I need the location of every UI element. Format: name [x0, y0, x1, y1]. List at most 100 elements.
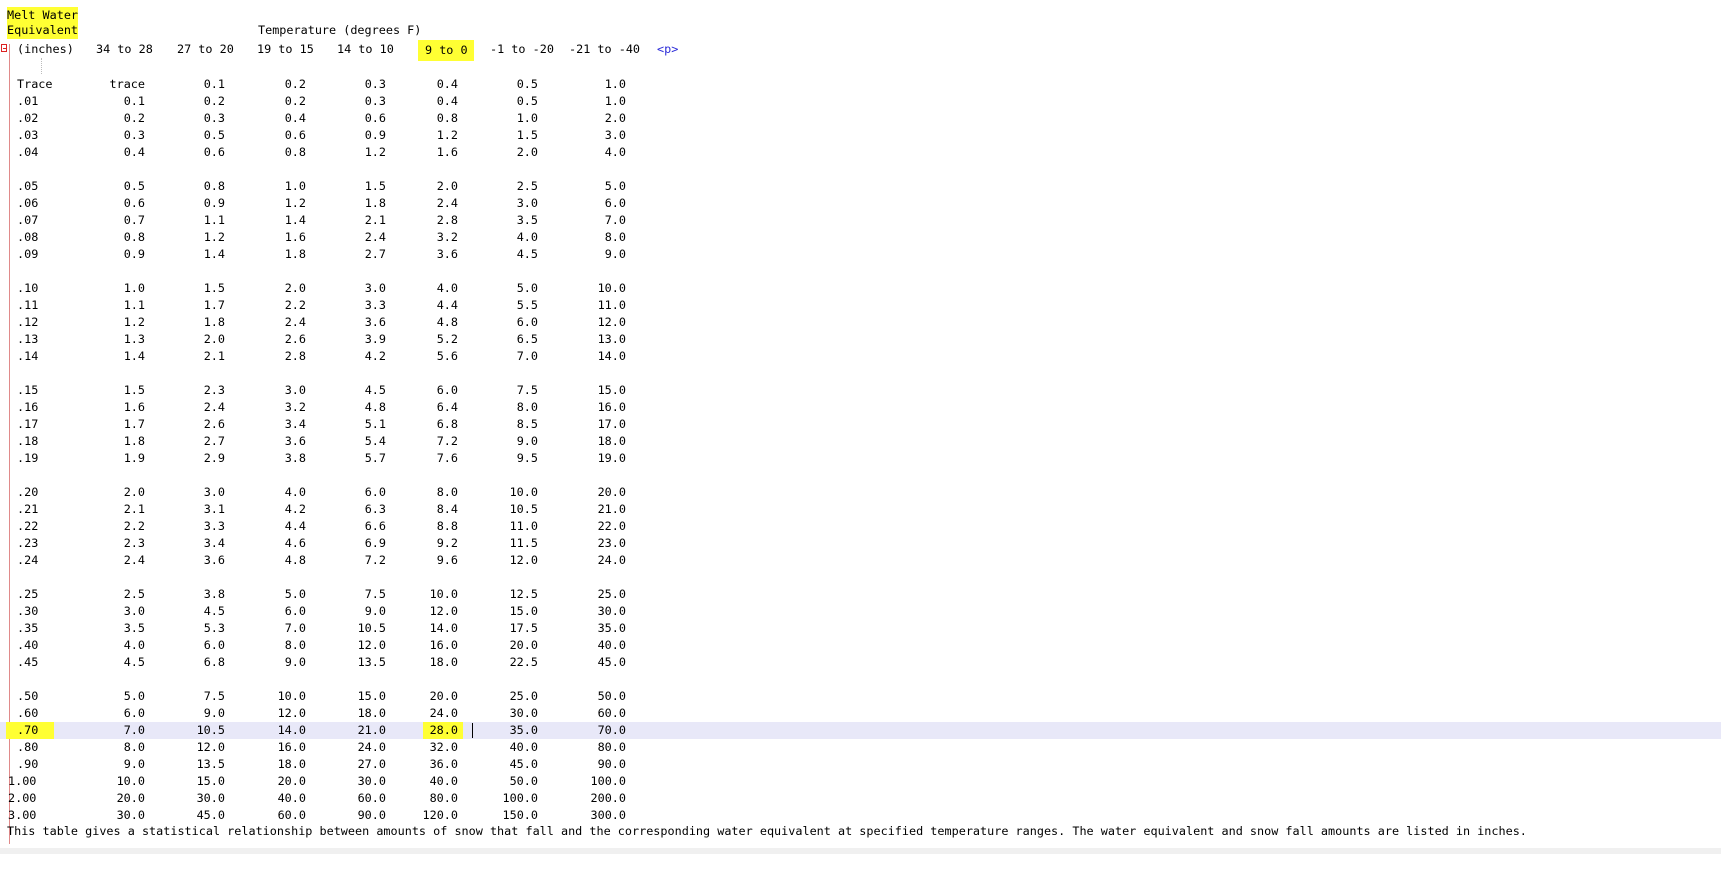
- table-row[interactable]: .21 2.1 3.1 4.2 6.3 8.4 10.5 21.0: [0, 501, 1721, 518]
- table-row[interactable]: .24 2.4 3.6 4.8 7.2 9.6 12.0 24.0: [0, 552, 1721, 569]
- table-row[interactable]: .17 1.7 2.6 3.4 5.1 6.8 8.5 17.0: [0, 416, 1721, 433]
- table-cell: 40.0: [597, 638, 626, 652]
- table-row[interactable]: .09 0.9 1.4 1.8 2.7 3.6 4.5 9.0: [0, 246, 1721, 263]
- table-cell: 100.0: [590, 774, 626, 788]
- table-cell: 7.5: [516, 383, 538, 397]
- table-cell: 14.0: [597, 349, 626, 363]
- text-editor[interactable]: Melt Water Equivalent Temperature (degre…: [0, 0, 1721, 854]
- table-cell: 20.0: [429, 689, 458, 703]
- table-cell: 0.3: [364, 94, 386, 108]
- table-cell: 4.8: [284, 553, 306, 567]
- table-cell: 7.2: [436, 434, 458, 448]
- table-cell: 12.0: [277, 706, 306, 720]
- table-cell: 1.9: [123, 451, 145, 465]
- editor-line-footer[interactable]: This table gives a statistical relations…: [0, 823, 1721, 840]
- table-cell: 6.0: [123, 706, 145, 720]
- table-cell: 1.0: [516, 111, 538, 125]
- table-cell: 8.0: [516, 400, 538, 414]
- table-cell: 3.9: [364, 332, 386, 346]
- row-label: .60: [17, 706, 39, 720]
- table-row[interactable]: .70 7.0 10.5 14.0 21.0 28.0 35.0 70.0: [0, 722, 1721, 739]
- row-label: .14: [17, 349, 39, 363]
- table-row[interactable]: .13 1.3 2.0 2.6 3.9 5.2 6.5 13.0: [0, 331, 1721, 348]
- table-cell: 9.2: [436, 536, 458, 550]
- table-cell: 10.0: [116, 774, 145, 788]
- table-row[interactable]: Trace trace 0.1 0.2 0.3 0.4 0.5 1.0: [0, 76, 1721, 93]
- table-row[interactable]: .11 1.1 1.7 2.2 3.3 4.4 5.5 11.0: [0, 297, 1721, 314]
- column-header-2: 27 to 20: [177, 42, 234, 56]
- table-row[interactable]: .01 0.1 0.2 0.2 0.3 0.4 0.5 1.0: [0, 93, 1721, 110]
- table-cell: 30.0: [509, 706, 538, 720]
- table-row[interactable]: .22 2.2 3.3 4.4 6.6 8.8 11.0 22.0: [0, 518, 1721, 535]
- table-cell: 2.9: [203, 451, 225, 465]
- table-row[interactable]: .40 4.0 6.0 8.0 12.0 16.0 20.0 40.0: [0, 637, 1721, 654]
- table-row[interactable]: .15 1.5 2.3 3.0 4.5 6.0 7.5 15.0: [0, 382, 1721, 399]
- table-cell: 0.9: [123, 247, 145, 261]
- table-cell: 45.0: [509, 757, 538, 771]
- table-cell: 13.5: [196, 757, 225, 771]
- table-cell: 2.4: [123, 553, 145, 567]
- table-row[interactable]: .12 1.2 1.8 2.4 3.6 4.8 6.0 12.0: [0, 314, 1721, 331]
- table-row[interactable]: .50 5.0 7.5 10.0 15.0 20.0 25.0 50.0: [0, 688, 1721, 705]
- table-row[interactable]: .18 1.8 2.7 3.6 5.4 7.2 9.0 18.0: [0, 433, 1721, 450]
- table-row[interactable]: .80 8.0 12.0 16.0 24.0 32.0 40.0 80.0: [0, 739, 1721, 756]
- table-row[interactable]: .20 2.0 3.0 4.0 6.0 8.0 10.0 20.0: [0, 484, 1721, 501]
- table-row[interactable]: .30 3.0 4.5 6.0 9.0 12.0 15.0 30.0: [0, 603, 1721, 620]
- table-cell: 1.2: [364, 145, 386, 159]
- table-row[interactable]: 1.00 10.0 15.0 20.0 30.0 40.0 50.0 100.0: [0, 773, 1721, 790]
- table-cell: 7.5: [364, 587, 386, 601]
- table-row[interactable]: 3.00 30.0 45.0 60.0 90.0 120.0 150.0 300.0: [0, 807, 1721, 824]
- table-row[interactable]: .60 6.0 9.0 12.0 18.0 24.0 30.0 60.0: [0, 705, 1721, 722]
- table-cell: 25.0: [597, 587, 626, 601]
- table-cell: 2.0: [436, 179, 458, 193]
- table-cell: 20.0: [597, 485, 626, 499]
- table-cell: 1.6: [284, 230, 306, 244]
- table-row[interactable]: .14 1.4 2.1 2.8 4.2 5.6 7.0 14.0: [0, 348, 1721, 365]
- table-cell: 2.3: [123, 536, 145, 550]
- table-row[interactable]: .23 2.3 3.4 4.6 6.9 9.2 11.5 23.0: [0, 535, 1721, 552]
- table-row[interactable]: .35 3.5 5.3 7.0 10.5 14.0 17.5 35.0: [0, 620, 1721, 637]
- table-cell: 10.0: [277, 689, 306, 703]
- table-row[interactable]: .02 0.2 0.3 0.4 0.6 0.8 1.0 2.0: [0, 110, 1721, 127]
- table-cell: 1.3: [123, 332, 145, 346]
- table-cell: 9.5: [516, 451, 538, 465]
- table-cell: 6.6: [364, 519, 386, 533]
- table-cell: 6.0: [284, 604, 306, 618]
- table-cell: 50.0: [597, 689, 626, 703]
- table-row[interactable]: .19 1.9 2.9 3.8 5.7 7.6 9.5 19.0: [0, 450, 1721, 467]
- table-row[interactable]: .03 0.3 0.5 0.6 0.9 1.2 1.5 3.0: [0, 127, 1721, 144]
- table-row[interactable]: .16 1.6 2.4 3.2 4.8 6.4 8.0 16.0: [0, 399, 1721, 416]
- table-cell: 24.0: [429, 706, 458, 720]
- table-row[interactable]: .07 0.7 1.1 1.4 2.1 2.8 3.5 7.0: [0, 212, 1721, 229]
- table-cell: 12.0: [196, 740, 225, 754]
- table-row[interactable]: 2.00 20.0 30.0 40.0 60.0 80.0 100.0 200.0: [0, 790, 1721, 807]
- table-row[interactable]: .05 0.5 0.8 1.0 1.5 2.0 2.5 5.0: [0, 178, 1721, 195]
- row-label: .17: [17, 417, 39, 431]
- row-label: .03: [17, 128, 39, 142]
- column-header-5: 9 to 0: [418, 40, 474, 61]
- table-row[interactable]: .04 0.4 0.6 0.8 1.2 1.6 2.0 4.0: [0, 144, 1721, 161]
- horizontal-scrollbar[interactable]: [0, 848, 1721, 854]
- table-cell: 11.0: [597, 298, 626, 312]
- row-label: .45: [17, 655, 39, 669]
- table-row[interactable]: .45 4.5 6.8 9.0 13.5 18.0 22.5 45.0: [0, 654, 1721, 671]
- table-cell: 2.1: [364, 213, 386, 227]
- table-cell: 6.0: [364, 485, 386, 499]
- editor-line-title-2[interactable]: Equivalent Temperature (degrees F): [0, 22, 1721, 39]
- table-cell: 1.6: [123, 400, 145, 414]
- table-cell: 1.0: [284, 179, 306, 193]
- editor-line-column-headers[interactable]: (inches) 34 to 28 27 to 20 19 to 15 14 t…: [0, 40, 1721, 61]
- table-row[interactable]: .08 0.8 1.2 1.6 2.4 3.2 4.0 8.0: [0, 229, 1721, 246]
- table-cell: 4.4: [436, 298, 458, 312]
- column-header-4: 14 to 10: [337, 42, 394, 56]
- table-cell: 17.5: [509, 621, 538, 635]
- table-row[interactable]: .90 9.0 13.5 18.0 27.0 36.0 45.0 90.0: [0, 756, 1721, 773]
- table-row[interactable]: .25 2.5 3.8 5.0 7.5 10.0 12.5 25.0: [0, 586, 1721, 603]
- table-row[interactable]: .10 1.0 1.5 2.0 3.0 4.0 5.0 10.0: [0, 280, 1721, 297]
- table-row[interactable]: .06 0.6 0.9 1.2 1.8 2.4 3.0 6.0: [0, 195, 1721, 212]
- table-cell: 3.0: [516, 196, 538, 210]
- table-cell: 5.1: [364, 417, 386, 431]
- column-header-7: -21 to -40: [569, 42, 641, 56]
- table-cell: 2.0: [516, 145, 538, 159]
- table-cell: 4.0: [436, 281, 458, 295]
